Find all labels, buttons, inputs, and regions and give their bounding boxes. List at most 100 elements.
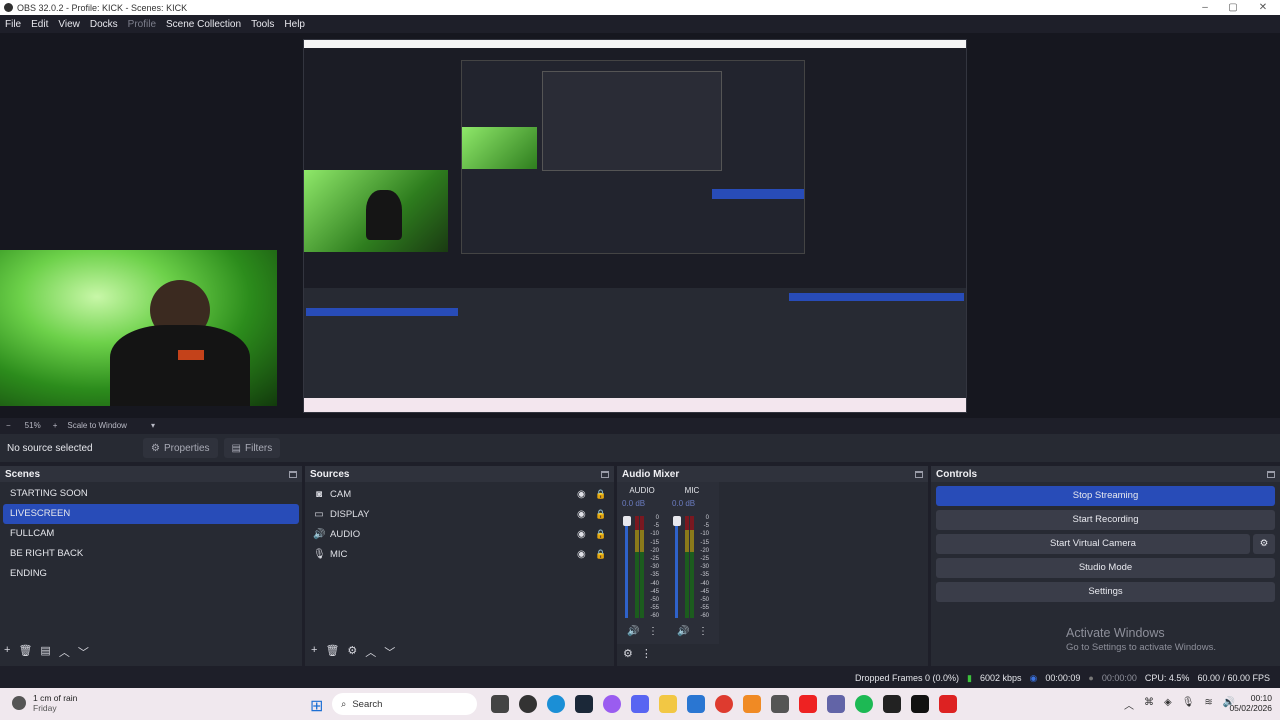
fps: 60.00 / 60.00 FPS <box>1197 673 1270 683</box>
menu-view[interactable]: View <box>53 19 85 30</box>
gear-icon[interactable]: ⚙ <box>1253 534 1275 554</box>
edge-icon[interactable] <box>547 695 565 713</box>
signal-icon: ▮ <box>967 672 972 683</box>
microphone-icon[interactable]: 🎙 <box>1182 697 1195 712</box>
lock-icon[interactable]: 🔒 <box>595 509 606 520</box>
speaker-icon[interactable]: 🔊 <box>677 626 689 637</box>
add-source-icon[interactable]: + <box>311 644 317 660</box>
bitrate: 6002 kbps <box>979 673 1022 683</box>
teams-icon[interactable] <box>827 695 845 713</box>
file-explorer-icon[interactable] <box>659 695 677 713</box>
add-scene-icon[interactable]: + <box>4 644 10 660</box>
source-item-mic[interactable]: 🎙 MIC ◉ 🔒 <box>305 544 614 564</box>
filter-icon[interactable]: ▤ <box>40 644 50 660</box>
minimize-icon[interactable]: – <box>1190 0 1220 15</box>
copilot-icon[interactable] <box>603 695 621 713</box>
menu-profile[interactable]: Profile <box>123 19 161 30</box>
tiktok-icon[interactable] <box>911 695 929 713</box>
move-down-icon[interactable]: ﹀ <box>78 644 89 660</box>
preview-canvas[interactable] <box>0 33 1280 418</box>
task-view-icon[interactable] <box>491 695 509 713</box>
outlook-icon[interactable] <box>687 695 705 713</box>
discord-icon[interactable] <box>631 695 649 713</box>
studio-mode-button[interactable]: Studio Mode <box>936 558 1275 578</box>
menu-file[interactable]: File <box>0 19 26 30</box>
start-virtual-camera-button[interactable]: Start Virtual Camera <box>936 534 1250 554</box>
maximize-icon[interactable]: ▢ <box>1218 0 1248 15</box>
weather-icon[interactable] <box>12 696 26 710</box>
stop-streaming-button[interactable]: Stop Streaming <box>936 486 1275 506</box>
trash-icon[interactable]: 🗑 <box>325 644 339 660</box>
stream-time: 00:00:09 <box>1045 673 1081 683</box>
volume-slider-mic[interactable] <box>675 522 678 618</box>
scene-item-livescreen[interactable]: LIVESCREEN <box>3 504 299 524</box>
search-box[interactable]: ⌕ Search <box>332 693 477 715</box>
lock-icon[interactable]: 🔒 <box>595 529 606 540</box>
db-tick: -40 <box>650 580 659 587</box>
speaker-icon[interactable]: 🔊 <box>627 626 639 637</box>
lock-icon[interactable]: 🔒 <box>595 549 606 560</box>
scene-item-be-right-back[interactable]: BE RIGHT BACK <box>3 544 299 564</box>
windows-start-icon[interactable]: ⊞ <box>310 696 323 716</box>
source-item-cam[interactable]: ◙ CAM ◉ 🔒 <box>305 484 614 504</box>
undock-icon[interactable] <box>1267 470 1275 478</box>
weather-day: Friday <box>33 703 57 713</box>
scene-item-starting-soon[interactable]: STARTING SOON <box>3 484 299 504</box>
weather-widget[interactable]: 1 cm of rain Friday <box>33 693 77 713</box>
slider-handle[interactable] <box>673 516 681 526</box>
menu-edit[interactable]: Edit <box>26 19 53 30</box>
app-icon[interactable] <box>939 695 957 713</box>
chevron-down-icon[interactable]: ▾ <box>151 421 155 430</box>
menu-help[interactable]: Help <box>279 19 310 30</box>
start-recording-button[interactable]: Start Recording <box>936 510 1275 530</box>
scene-item-ending[interactable]: ENDING <box>3 564 299 584</box>
app-icon[interactable] <box>743 695 761 713</box>
source-item-display[interactable]: ▭ DISPLAY ◉ 🔒 <box>305 504 614 524</box>
spotify-icon[interactable] <box>855 695 873 713</box>
zoom-in-button[interactable]: + <box>53 421 58 430</box>
network-icon[interactable]: ⌘ <box>1144 697 1154 712</box>
settings-button[interactable]: Settings <box>936 582 1275 602</box>
terminal-icon[interactable] <box>883 695 901 713</box>
kebab-menu-icon[interactable]: ⋮ <box>648 626 658 637</box>
slider-handle[interactable] <box>623 516 631 526</box>
steam-icon[interactable] <box>575 695 593 713</box>
activate-windows-watermark: Activate Windows Go to Settings to activ… <box>1066 626 1216 653</box>
move-up-icon[interactable]: ︿ <box>59 644 70 660</box>
close-icon[interactable]: ✕ <box>1248 0 1278 15</box>
undock-icon[interactable] <box>289 470 297 478</box>
trash-icon[interactable]: 🗑 <box>18 644 32 660</box>
kebab-menu-icon[interactable]: ⋮ <box>698 626 708 637</box>
mixer-settings-icon[interactable]: ⚙ <box>623 647 633 660</box>
zoom-out-button[interactable]: − <box>6 421 11 430</box>
gear-icon[interactable]: ⚙ <box>347 644 357 660</box>
wifi-icon[interactable]: ≋ <box>1204 697 1212 712</box>
source-item-audio[interactable]: 🔊 AUDIO ◉ 🔒 <box>305 524 614 544</box>
visibility-eye-icon[interactable]: ◉ <box>577 549 586 560</box>
scene-item-fullcam[interactable]: FULLCAM <box>3 524 299 544</box>
menu-tools[interactable]: Tools <box>246 19 279 30</box>
scenes-dock: Scenes STARTING SOON LIVESCREEN FULLCAM … <box>0 466 302 666</box>
move-up-icon[interactable]: ︿ <box>365 644 376 660</box>
move-down-icon[interactable]: ﹀ <box>384 644 395 660</box>
game-icon[interactable] <box>771 695 789 713</box>
menu-docks[interactable]: Docks <box>85 19 123 30</box>
visibility-eye-icon[interactable]: ◉ <box>577 509 586 520</box>
visibility-eye-icon[interactable]: ◉ <box>577 529 586 540</box>
undock-icon[interactable] <box>915 470 923 478</box>
menu-scene-collection[interactable]: Scene Collection <box>161 19 246 30</box>
chevron-up-icon[interactable]: ︿ <box>1124 697 1134 712</box>
lock-icon[interactable]: 🔒 <box>595 489 606 500</box>
scale-mode-select[interactable]: Scale to Window <box>67 421 127 430</box>
youtube-icon[interactable] <box>799 695 817 713</box>
filters-button[interactable]: ▤ Filters <box>223 438 281 458</box>
obs-app-icon[interactable] <box>519 695 537 713</box>
visibility-eye-icon[interactable]: ◉ <box>577 489 586 500</box>
undock-icon[interactable] <box>601 470 609 478</box>
chrome-icon[interactable] <box>715 695 733 713</box>
location-icon[interactable]: ◈ <box>1164 697 1172 712</box>
kebab-menu-icon[interactable]: ⋮ <box>641 647 652 660</box>
clock[interactable]: 00:10 05/02/2026 <box>1222 693 1272 713</box>
volume-slider-audio[interactable] <box>625 522 628 618</box>
properties-button[interactable]: ⚙ Properties <box>143 438 218 458</box>
